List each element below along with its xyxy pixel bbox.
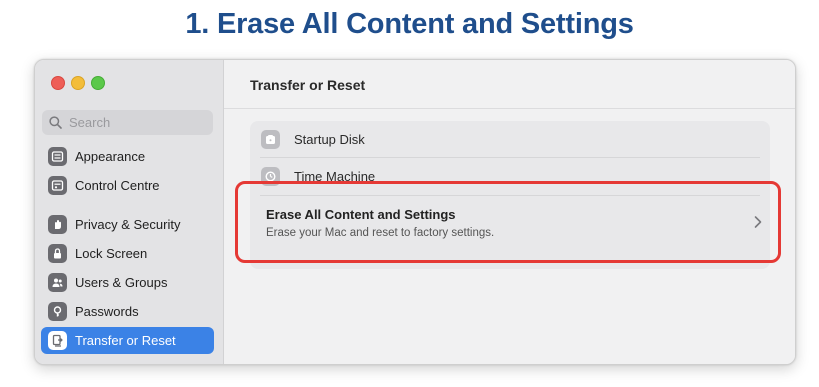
sidebar-item-label: Privacy & Security xyxy=(75,217,181,232)
sidebar-item-transfer-or-reset[interactable]: Transfer or Reset xyxy=(41,327,214,354)
minimize-window-button[interactable] xyxy=(71,76,85,90)
sidebar-item-label: Lock Screen xyxy=(75,246,148,261)
row-startup-disk[interactable]: Startup Disk xyxy=(250,121,770,157)
sidebar-item-privacy-security[interactable]: Privacy & Security xyxy=(41,211,214,238)
divider xyxy=(224,108,795,109)
control-centre-icon xyxy=(48,176,67,195)
pane-title: Transfer or Reset xyxy=(250,77,366,93)
sidebar-item-lock-screen[interactable]: Lock Screen xyxy=(41,240,214,267)
sidebar-item-users-groups[interactable]: Users & Groups xyxy=(41,269,214,296)
sidebar-item-appearance[interactable]: Appearance xyxy=(41,143,214,170)
zoom-window-button[interactable] xyxy=(91,76,105,90)
sidebar-item-passwords[interactable]: Passwords xyxy=(41,298,214,325)
users-icon xyxy=(48,273,67,292)
search-icon xyxy=(49,116,62,129)
disk-icon xyxy=(261,129,280,149)
sidebar-item-control-centre[interactable]: Control Centre xyxy=(41,172,214,199)
sidebar: Appearance Control Centre Privacy & Secu… xyxy=(35,60,224,364)
hand-icon xyxy=(48,215,67,234)
page-heading: 1. Erase All Content and Settings xyxy=(185,8,634,40)
sidebar-item-label: Users & Groups xyxy=(75,275,168,290)
transfer-reset-icon xyxy=(48,331,67,350)
sidebar-item-label: Passwords xyxy=(75,304,139,319)
search-field[interactable] xyxy=(42,110,213,135)
sidebar-item-label: Appearance xyxy=(75,149,146,164)
row-label: Startup Disk xyxy=(294,131,365,147)
lock-icon xyxy=(48,244,67,263)
search-input[interactable] xyxy=(67,114,201,131)
key-icon xyxy=(48,302,67,321)
sidebar-item-label: Control Centre xyxy=(75,178,160,193)
sidebar-item-label: Transfer or Reset xyxy=(75,333,176,348)
highlight-box xyxy=(235,181,781,263)
appearance-icon xyxy=(48,147,67,166)
close-window-button[interactable] xyxy=(51,76,65,90)
